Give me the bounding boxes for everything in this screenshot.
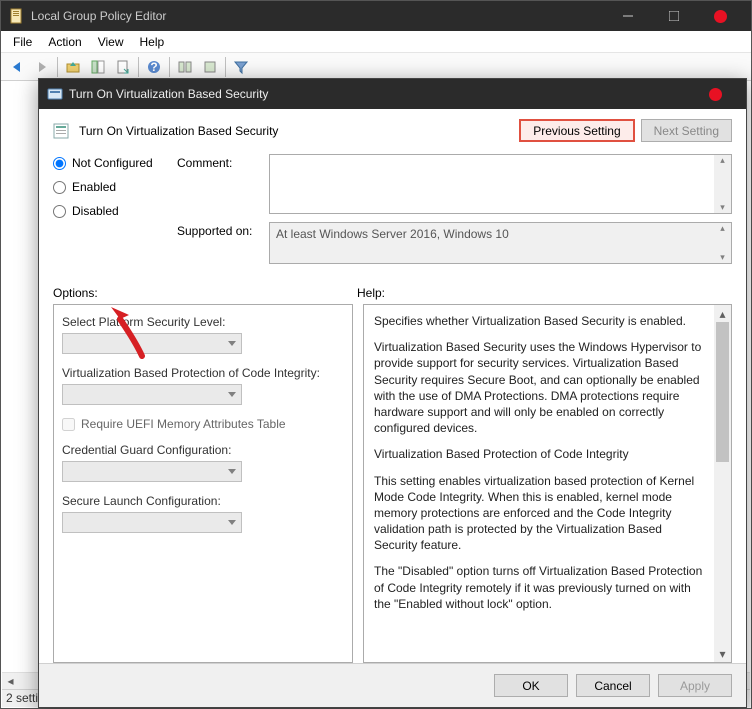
- menu-file[interactable]: File: [5, 33, 40, 51]
- toolbar-separator: [57, 57, 58, 77]
- platform-level-combo[interactable]: [62, 333, 242, 354]
- scroll-left-icon[interactable]: ◂: [2, 673, 19, 690]
- help-panel: Specifies whether Virtualization Based S…: [363, 304, 732, 663]
- radio-disabled-input[interactable]: [53, 205, 66, 218]
- radio-not-configured[interactable]: Not Configured: [53, 156, 163, 170]
- comment-label: Comment:: [177, 154, 269, 214]
- previous-setting-button[interactable]: Previous Setting: [519, 119, 634, 142]
- maximize-button[interactable]: [651, 1, 697, 31]
- platform-level-label: Select Platform Security Level:: [62, 315, 344, 329]
- options-panel: Select Platform Security Level: Virtuali…: [53, 304, 353, 663]
- dialog-header-row: Turn On Virtualization Based Security Pr…: [53, 119, 732, 142]
- supported-label: Supported on:: [177, 222, 269, 264]
- policy-setting-icon: [53, 122, 71, 140]
- standard-view-button[interactable]: [198, 55, 222, 79]
- close-button[interactable]: [697, 1, 743, 31]
- panels-row: Select Platform Security Level: Virtuali…: [53, 304, 732, 663]
- vbpci-combo[interactable]: [62, 384, 242, 405]
- menubar: File Action View Help: [1, 31, 751, 53]
- policy-heading: Turn On Virtualization Based Security: [79, 124, 513, 138]
- show-tree-button[interactable]: [86, 55, 110, 79]
- menu-help[interactable]: Help: [132, 33, 173, 51]
- dialog-footer: OK Cancel Apply: [39, 663, 746, 707]
- toolbar-separator: [225, 57, 226, 77]
- scroll-track[interactable]: [714, 462, 731, 645]
- policy-icon: [47, 86, 63, 102]
- securelaunch-label: Secure Launch Configuration:: [62, 494, 344, 508]
- export-list-button[interactable]: [111, 55, 135, 79]
- uefi-checkbox[interactable]: [62, 418, 75, 431]
- extended-view-button[interactable]: [173, 55, 197, 79]
- menu-action[interactable]: Action: [40, 33, 89, 51]
- supported-on-box: At least Windows Server 2016, Windows 10…: [269, 222, 732, 264]
- forward-button[interactable]: [30, 55, 54, 79]
- vbpci-label: Virtualization Based Protection of Code …: [62, 366, 344, 380]
- credguard-combo[interactable]: [62, 461, 242, 482]
- close-icon: [709, 88, 722, 101]
- panel-labels: Options: Help:: [53, 286, 732, 300]
- filter-button[interactable]: [229, 55, 253, 79]
- securelaunch-combo[interactable]: [62, 512, 242, 533]
- dialog-title: Turn On Virtualization Based Security: [69, 87, 692, 101]
- fields-col: Comment: ▴▾ Supported on: At least Windo…: [177, 154, 732, 272]
- help-p1: Specifies whether Virtualization Based S…: [374, 313, 704, 329]
- help-scrollbar[interactable]: ▴ ▾: [714, 305, 731, 662]
- comment-scrollbar[interactable]: ▴▾: [714, 155, 731, 213]
- supported-on-text: At least Windows Server 2016, Windows 10: [276, 227, 509, 241]
- help-p3: Virtualization Based Protection of Code …: [374, 446, 704, 462]
- next-setting-button[interactable]: Next Setting: [641, 119, 732, 142]
- radio-disabled[interactable]: Disabled: [53, 204, 163, 218]
- uefi-checkbox-row[interactable]: Require UEFI Memory Attributes Table: [62, 417, 344, 431]
- credguard-label: Credential Guard Configuration:: [62, 443, 344, 457]
- minimize-button[interactable]: [605, 1, 651, 31]
- radio-enabled[interactable]: Enabled: [53, 180, 163, 194]
- toolbar-separator: [138, 57, 139, 77]
- parent-title: Local Group Policy Editor: [31, 9, 605, 23]
- parent-titlebar: Local Group Policy Editor: [1, 1, 751, 31]
- toolbar: ?: [1, 53, 751, 81]
- help-text: Specifies whether Virtualization Based S…: [364, 305, 714, 662]
- dialog-body: Turn On Virtualization Based Security Pr…: [39, 109, 746, 663]
- dialog-close-button[interactable]: [692, 79, 738, 109]
- help-button[interactable]: ?: [142, 55, 166, 79]
- radio-not-configured-input[interactable]: [53, 157, 66, 170]
- dialog-titlebar: Turn On Virtualization Based Security: [39, 79, 746, 109]
- uefi-checkbox-label: Require UEFI Memory Attributes Table: [81, 417, 286, 431]
- scroll-thumb[interactable]: [716, 322, 729, 462]
- apply-button[interactable]: Apply: [658, 674, 732, 697]
- back-button[interactable]: [5, 55, 29, 79]
- state-radio-group: Not Configured Enabled Disabled: [53, 154, 163, 272]
- gpedit-icon: [9, 8, 25, 24]
- supported-scrollbar[interactable]: ▴▾: [714, 223, 731, 263]
- scroll-down-icon[interactable]: ▾: [714, 645, 731, 662]
- scroll-up-icon[interactable]: ▴: [714, 305, 731, 322]
- help-p5: The "Disabled" option turns off Virtuali…: [374, 563, 704, 612]
- options-label: Options:: [53, 286, 357, 300]
- comment-textarea[interactable]: ▴▾: [269, 154, 732, 214]
- toolbar-separator: [169, 57, 170, 77]
- up-folder-button[interactable]: [61, 55, 85, 79]
- help-p2: Virtualization Based Security uses the W…: [374, 339, 704, 436]
- ok-button[interactable]: OK: [494, 674, 568, 697]
- help-label: Help:: [357, 286, 385, 300]
- menu-view[interactable]: View: [90, 33, 132, 51]
- cancel-button[interactable]: Cancel: [576, 674, 650, 697]
- radio-enabled-input[interactable]: [53, 181, 66, 194]
- help-p4: This setting enables virtualization base…: [374, 473, 704, 554]
- config-row: Not Configured Enabled Disabled Comment:…: [53, 154, 732, 272]
- policy-dialog: Turn On Virtualization Based Security Tu…: [38, 78, 747, 708]
- svg-text:?: ?: [150, 60, 157, 74]
